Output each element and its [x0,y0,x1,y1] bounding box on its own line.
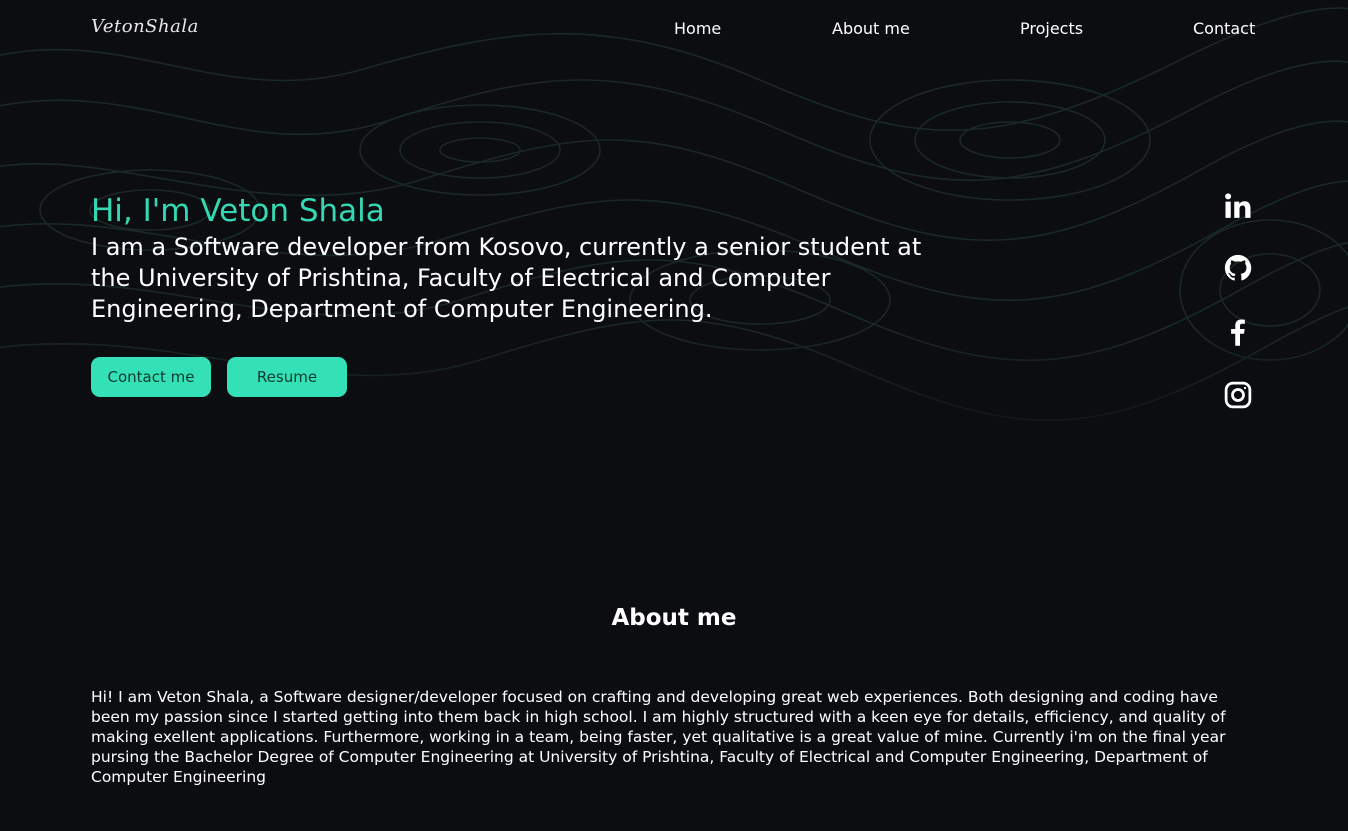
background-fade [0,330,1348,490]
nav-link-about[interactable]: About me [832,19,910,38]
contact-me-button[interactable]: Contact me [91,357,211,397]
nav-link-contact[interactable]: Contact [1193,19,1255,38]
hero-greeting: Hi, I'm Veton Shala [91,193,385,229]
about-text: Hi! I am Veton Shala, a Software designe… [91,688,1226,786]
linkedin-icon[interactable] [1222,190,1254,222]
github-icon[interactable] [1222,252,1254,284]
resume-button[interactable]: Resume [227,357,347,397]
facebook-icon[interactable] [1222,316,1254,348]
site-logo[interactable]: VetonShala [91,16,199,37]
instagram-icon[interactable] [1222,379,1254,411]
about-title: About me [611,605,737,631]
nav-link-home[interactable]: Home [674,19,721,38]
nav-link-projects[interactable]: Projects [1020,19,1083,38]
navbar: VetonShala Home About me Projects Contac… [0,0,1348,60]
hero-description: I am a Software developer from Kosovo, c… [91,233,922,323]
